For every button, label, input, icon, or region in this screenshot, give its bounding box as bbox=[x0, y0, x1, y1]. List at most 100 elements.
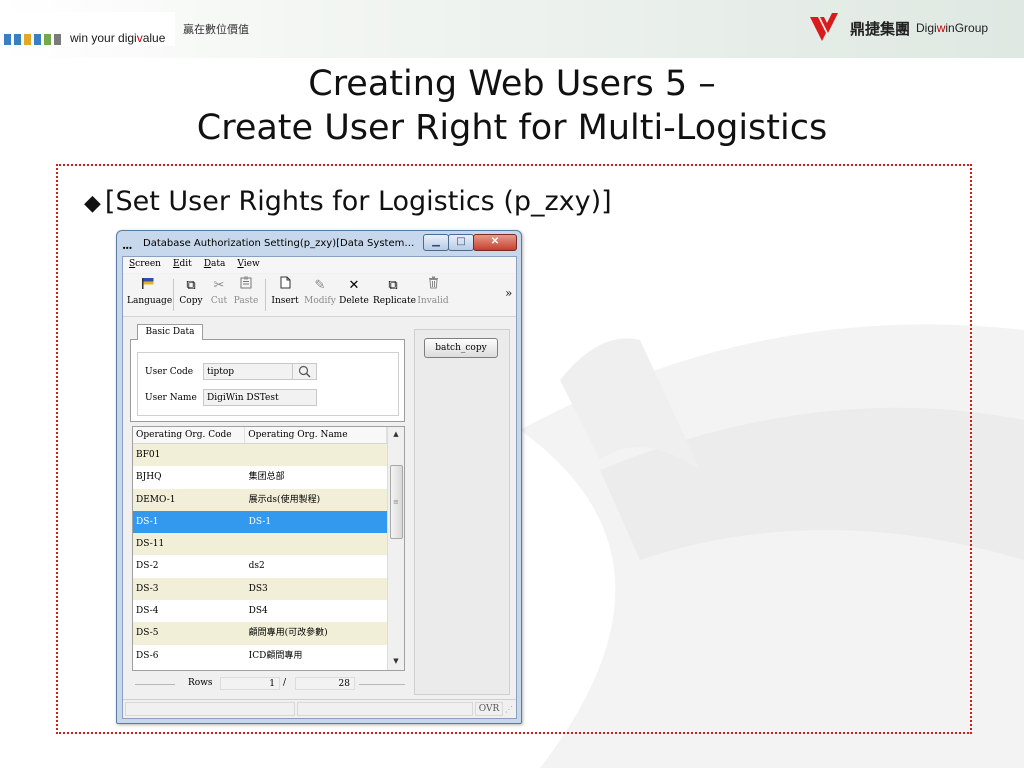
table-row[interactable]: DS-2 ds2 bbox=[133, 555, 387, 578]
org-name-cell: 集团总部 bbox=[248, 472, 285, 483]
user-code-value: tiptop bbox=[207, 367, 235, 377]
brand-square bbox=[34, 34, 41, 45]
org-name-cell: DS4 bbox=[248, 606, 268, 617]
menu-edit[interactable]: Edit bbox=[167, 257, 198, 273]
org-code-cell: DS-3 bbox=[136, 583, 159, 594]
status-segment bbox=[125, 702, 295, 716]
column-header-org-code[interactable]: Operating Org. Code bbox=[133, 427, 246, 443]
scroll-down-icon[interactable]: ▼ bbox=[388, 654, 404, 668]
magnifier-icon[interactable] bbox=[292, 364, 315, 379]
paste-icon bbox=[232, 276, 260, 296]
delete-button[interactable]: ✕ Delete bbox=[339, 276, 369, 314]
logo-mark-icon bbox=[810, 13, 838, 41]
brand-square bbox=[54, 34, 61, 45]
org-code-cell: DS-11 bbox=[136, 539, 165, 550]
flag-icon bbox=[127, 276, 169, 296]
brand-square bbox=[44, 34, 51, 45]
maximize-button[interactable]: □ bbox=[448, 234, 474, 251]
tagline: win your digivalue bbox=[70, 31, 166, 45]
language-button[interactable]: Language bbox=[127, 276, 172, 314]
slide-title-line-2: Create User Right for Multi-Logistics bbox=[196, 108, 828, 148]
table-row[interactable]: DS-11 bbox=[133, 533, 387, 556]
org-code-cell: BF01 bbox=[136, 450, 161, 460]
org-name-cell bbox=[246, 533, 387, 555]
rows-divider bbox=[359, 684, 405, 685]
user-code-label: User Code bbox=[145, 367, 194, 377]
replicate-icon: ⧉ bbox=[388, 278, 398, 293]
delete-x-icon: ✕ bbox=[348, 278, 360, 293]
toolbar-separator bbox=[265, 279, 266, 311]
table-row[interactable]: DEMO-1 展示ds(使用製程) bbox=[133, 488, 387, 511]
org-name-cell: DS3 bbox=[248, 583, 268, 594]
resize-grip-icon[interactable]: ⋰ bbox=[505, 705, 513, 714]
org-name-cell: 展示ds(使用製程) bbox=[248, 494, 321, 505]
window-titlebar[interactable]: ... Database Authorization Setting(p_zxy… bbox=[117, 231, 521, 255]
table-row[interactable]: DS-3 DS3 bbox=[133, 577, 387, 601]
trash-icon bbox=[416, 276, 450, 296]
table-row[interactable]: BF01 bbox=[133, 444, 387, 467]
tab-basic-data[interactable]: Basic Data bbox=[137, 324, 203, 340]
org-name-cell: DS-1 bbox=[248, 516, 272, 527]
user-code-field[interactable]: tiptop bbox=[203, 363, 317, 380]
close-button[interactable]: ✕ bbox=[473, 234, 517, 251]
grid-header: Operating Org. Code Operating Org. Name bbox=[133, 427, 387, 444]
column-header-org-name[interactable]: Operating Org. Name bbox=[245, 427, 387, 443]
org-code-cell: DS-2 bbox=[136, 561, 159, 572]
batch-copy-button[interactable]: batch_copy bbox=[424, 338, 498, 358]
minimize-icon: ▁ bbox=[432, 236, 440, 247]
digiwin-logo: 鼎捷集團 DigiwinGroup bbox=[808, 10, 988, 46]
modify-button[interactable]: ✎ Modify bbox=[303, 276, 337, 314]
org-code-cell: DS-1 bbox=[136, 516, 159, 527]
tagline-area: win your digivalue bbox=[0, 12, 175, 46]
toolbar: Language ⧉ Copy ✂ Cut Paste Insert ✎ Mod… bbox=[123, 274, 516, 317]
cut-button[interactable]: ✂ Cut bbox=[207, 276, 231, 314]
logo-chinese-text: 鼎捷集團 bbox=[850, 19, 911, 38]
brand-squares bbox=[4, 34, 61, 45]
rows-total-field: 28 bbox=[295, 677, 355, 690]
logo-english-text: DigiwinGroup bbox=[916, 21, 989, 35]
org-code-cell: DEMO-1 bbox=[136, 494, 176, 505]
scroll-up-icon[interactable]: ▲ bbox=[388, 427, 404, 441]
scroll-thumb[interactable]: ≡ bbox=[390, 465, 403, 539]
org-name-cell bbox=[246, 444, 387, 466]
table-row[interactable]: DS-5 顧問專用(可改參數) bbox=[133, 622, 387, 645]
table-row[interactable]: BJHQ 集团总部 bbox=[133, 466, 387, 489]
rows-current-field[interactable]: 1 bbox=[220, 677, 280, 690]
brand-square bbox=[4, 34, 11, 45]
paste-button[interactable]: Paste bbox=[232, 276, 260, 314]
insert-button[interactable]: Insert bbox=[270, 276, 300, 314]
header-band: win your digivalue 贏在數位價值 鼎捷集團 DigiwinGr… bbox=[0, 0, 1024, 58]
table-row[interactable]: DS-4 DS4 bbox=[133, 600, 387, 623]
copy-button[interactable]: ⧉ Copy bbox=[176, 276, 206, 314]
table-row[interactable]: DS-1 DS-1 bbox=[133, 510, 387, 534]
rows-label: Rows bbox=[188, 678, 213, 688]
slide-title: Creating Web Users 5 – Create User Right… bbox=[0, 62, 1024, 150]
org-code-cell: DS-5 bbox=[136, 628, 159, 639]
diamond-bullet-icon: ◆ bbox=[84, 191, 101, 216]
new-page-icon bbox=[270, 276, 300, 296]
grid-rows: BF01 BJHQ 集团总部 DEMO-1 展示ds(使用製程) DS-1 DS-1 DS-1… bbox=[133, 444, 387, 667]
brand-square bbox=[14, 34, 21, 45]
org-name-cell: ds2 bbox=[248, 561, 265, 572]
user-name-field[interactable]: DigiWin DSTest bbox=[203, 389, 317, 406]
window-client-area: Screen Edit Data View Language ⧉ Copy ✂ … bbox=[122, 256, 517, 719]
menu-screen[interactable]: Screen bbox=[123, 257, 167, 273]
toolbar-separator bbox=[173, 279, 174, 311]
org-code-cell: DS-4 bbox=[136, 606, 159, 617]
status-segment bbox=[297, 702, 473, 716]
replicate-button[interactable]: ⧉ Replicate bbox=[373, 276, 416, 314]
app-window: ... Database Authorization Setting(p_zxy… bbox=[116, 230, 522, 724]
org-code-cell: DS-6 bbox=[136, 650, 159, 661]
invalid-button[interactable]: Invalid bbox=[416, 276, 450, 314]
table-row[interactable]: DS-6 ICD顧問專用 bbox=[133, 644, 387, 667]
toolbar-overflow-icon[interactable]: » bbox=[505, 286, 512, 300]
menu-view[interactable]: View bbox=[231, 257, 265, 273]
minimize-button[interactable]: ▁ bbox=[423, 234, 449, 251]
status-bar: OVR ⋰ bbox=[123, 699, 516, 718]
menu-data[interactable]: Data bbox=[198, 257, 232, 273]
org-name-cell: ICD顧問專用 bbox=[248, 650, 303, 661]
rows-divider bbox=[135, 684, 175, 685]
user-name-label: User Name bbox=[145, 393, 197, 403]
grid-scrollbar[interactable]: ▲ ≡ ▼ bbox=[387, 427, 404, 670]
close-icon: ✕ bbox=[490, 236, 500, 247]
